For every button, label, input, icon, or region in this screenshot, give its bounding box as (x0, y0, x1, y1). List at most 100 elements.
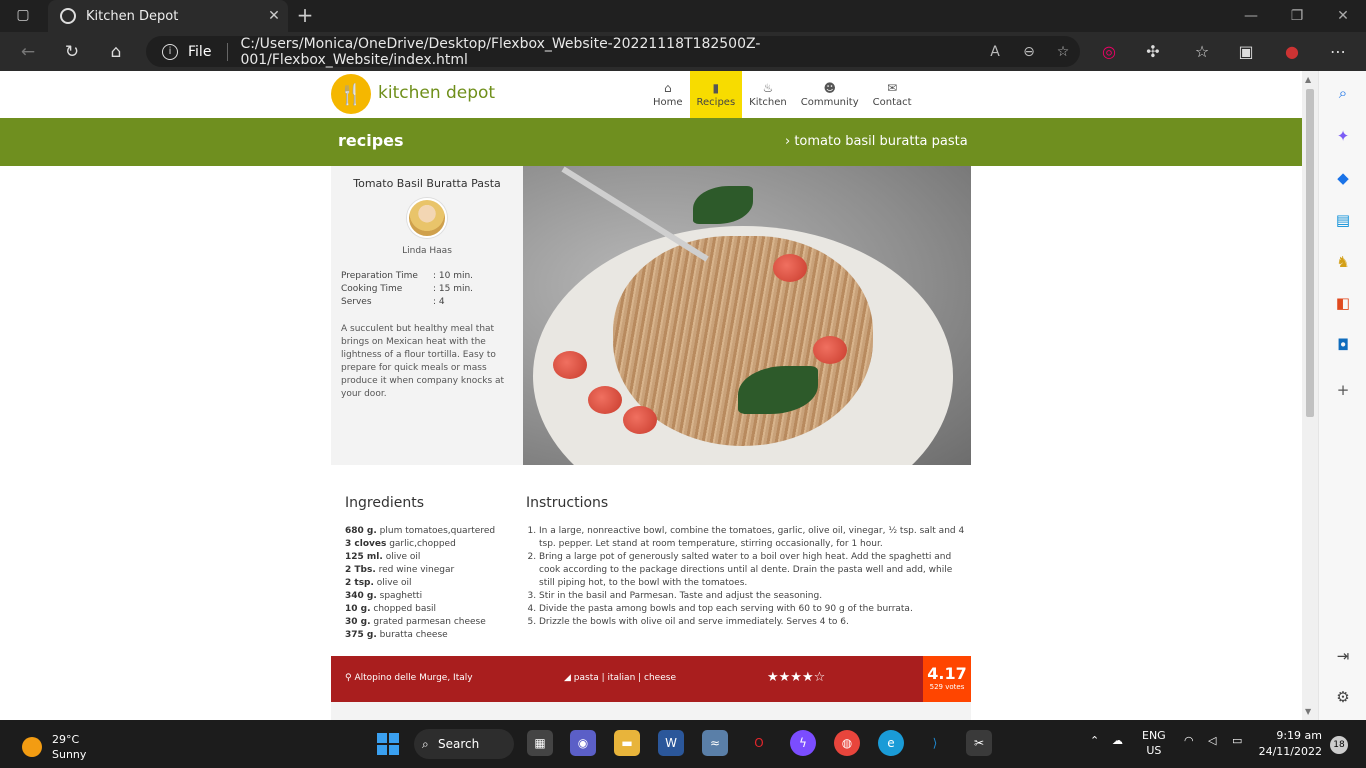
shopping-tag-icon[interactable]: ◆ (1333, 168, 1353, 188)
basil-shape (693, 186, 753, 224)
show-hidden-icons-icon[interactable]: ⌃ (1090, 734, 1099, 747)
edge-icon[interactable]: e (878, 730, 904, 756)
language-indicator[interactable]: ENG US (1142, 728, 1166, 758)
file-label: File (188, 43, 212, 60)
new-tab-icon[interactable]: + (294, 4, 316, 26)
wifi-icon[interactable]: ◠ (1184, 734, 1194, 747)
clock[interactable]: 9:19 am 24/11/2022 (1259, 728, 1322, 760)
tools-icon[interactable]: ▤ (1333, 210, 1353, 230)
copilot-icon[interactable]: ✦ (1333, 126, 1353, 146)
add-icon[interactable]: + (1333, 380, 1353, 400)
meta-label: Cooking Time (341, 284, 403, 294)
list-item: In a large, nonreactive bowl, combine th… (539, 525, 966, 551)
home-icon: ⌂ (663, 81, 672, 95)
meta-value: : 15 min. (433, 284, 474, 294)
browser-tab[interactable]: Kitchen Depot ✕ (48, 0, 288, 32)
tab-favicon-icon (60, 8, 76, 24)
back-icon[interactable]: ← (14, 38, 42, 66)
logo-text[interactable]: kitchen depot (378, 83, 495, 103)
ingredient-qty: 2 Tbs. (345, 565, 376, 575)
settings-icon[interactable]: ⚙ (1333, 687, 1353, 707)
tags-text[interactable]: pasta | italian | cheese (574, 673, 676, 683)
list-item: 125 ml. olive oil (345, 551, 515, 564)
battery-icon[interactable]: ▭ (1232, 734, 1242, 747)
page-continuation (331, 702, 971, 720)
ingredient-qty: 340 g. (345, 591, 377, 601)
close-tab-icon[interactable]: ✕ (260, 8, 288, 24)
ingredient-qty: 375 g. (345, 630, 377, 640)
tag-icon: ◢ (564, 673, 574, 683)
home-icon[interactable]: ⌂ (102, 38, 130, 66)
favorites-icon[interactable]: ☆ (1188, 38, 1216, 66)
weather-widget[interactable]: 29°C Sunny (22, 732, 86, 762)
opera-icon[interactable]: O (746, 730, 772, 756)
profile-avatar-icon[interactable]: ● (1278, 38, 1306, 66)
scrollbar-thumb[interactable] (1306, 89, 1314, 417)
start-icon[interactable] (377, 733, 399, 755)
taskbar-search[interactable]: ⌕ Search (414, 729, 514, 759)
url-text[interactable]: C:/Users/Monica/OneDrive/Desktop/Flexbox… (240, 36, 978, 68)
word-icon[interactable]: W (658, 730, 684, 756)
search-icon[interactable]: ⌕ (1333, 83, 1353, 103)
list-item: 2 tsp. olive oil (345, 577, 515, 590)
games-icon[interactable]: ♞ (1333, 252, 1353, 272)
nav-home[interactable]: ⌂ Home (646, 71, 690, 118)
nav-recipes[interactable]: ▮ Recipes (689, 71, 743, 118)
nav-contact[interactable]: ✉ Contact (866, 71, 919, 118)
onedrive-icon[interactable]: ☁ (1112, 734, 1123, 747)
nav-label: Community (800, 97, 859, 108)
minimize-icon[interactable]: — (1228, 0, 1274, 32)
location-text: Altopino delle Murge, Italy (354, 673, 473, 683)
add-favorite-icon[interactable]: ☆ (1046, 44, 1080, 60)
zoom-icon[interactable]: ⊖ (1012, 44, 1046, 60)
volume-icon[interactable]: ◁ (1208, 734, 1216, 747)
star-rating[interactable]: ★★★★☆ (767, 670, 825, 685)
chat-icon: ✉ (887, 81, 898, 95)
task-view-icon[interactable]: ▦ (527, 730, 553, 756)
tomato-shape (623, 406, 657, 434)
read-aloud-icon[interactable]: A (978, 44, 1012, 60)
extension-icon[interactable]: ◎ (1095, 38, 1123, 66)
messenger-icon[interactable]: ϟ (790, 730, 816, 756)
office-icon[interactable]: ◧ (1333, 293, 1353, 313)
info-icon[interactable]: i (162, 43, 178, 60)
title-bar: ▢ Kitchen Depot ✕ + — ❐ ✕ (0, 0, 1366, 32)
scroll-up-icon[interactable]: ▲ (1305, 75, 1311, 84)
sidebar-toggle-icon[interactable]: ▢ (14, 7, 32, 25)
hide-sidebar-icon[interactable]: ⇥ (1333, 646, 1353, 666)
page-title: recipes (338, 131, 404, 150)
scroll-down-icon[interactable]: ▼ (1305, 707, 1311, 716)
list-item: 2 Tbs. red wine vinegar (345, 564, 515, 577)
fork-knife-logo-icon[interactable]: 🍴 (331, 74, 371, 114)
nav-community[interactable]: ☻ Community (794, 71, 866, 118)
photos-icon[interactable]: ≈ (702, 730, 728, 756)
region-code: US (1146, 744, 1162, 757)
address-toolbar: ← ↻ ⌂ i File C:/Users/Monica/OneDrive/De… (0, 32, 1366, 71)
maximize-icon[interactable]: ❐ (1274, 0, 1320, 32)
refresh-icon[interactable]: ↻ (58, 38, 86, 66)
ingredient-name: grated parmesan cheese (373, 617, 486, 627)
address-bar[interactable]: i File C:/Users/Monica/OneDrive/Desktop/… (146, 36, 1080, 68)
collections-icon[interactable]: ▣ (1232, 38, 1260, 66)
recipe-details: Ingredients 680 g. plum tomatoes,quarter… (331, 465, 971, 656)
notification-badge[interactable]: 18 (1330, 736, 1348, 754)
search-label: Search (438, 737, 480, 751)
vscode-icon[interactable]: ⟩ (922, 730, 948, 756)
extensions-icon[interactable]: ✣ (1139, 38, 1167, 66)
chat-icon[interactable]: ◉ (570, 730, 596, 756)
file-explorer-icon[interactable]: ▬ (614, 730, 640, 756)
tomato-shape (588, 386, 622, 414)
ingredient-qty: 3 cloves (345, 539, 387, 549)
time: 9:19 am (1276, 729, 1322, 742)
snipping-tool-icon[interactable]: ✂ (966, 730, 992, 756)
list-item: 680 g. plum tomatoes,quartered (345, 525, 515, 538)
outlook-icon[interactable]: ◘ (1333, 335, 1353, 355)
page-banner: recipes › tomato basil buratta pasta (0, 118, 1302, 166)
list-item: Stir in the basil and Parmesan. Taste an… (539, 590, 966, 603)
breadcrumb[interactable]: › tomato basil buratta pasta (785, 134, 968, 149)
close-window-icon[interactable]: ✕ (1320, 0, 1366, 32)
nav-kitchen[interactable]: ♨ Kitchen (742, 71, 794, 118)
page-scrollbar[interactable]: ▲ ▼ (1302, 71, 1318, 720)
chrome-icon[interactable]: ◍ (834, 730, 860, 756)
more-menu-icon[interactable]: ⋯ (1324, 38, 1352, 66)
